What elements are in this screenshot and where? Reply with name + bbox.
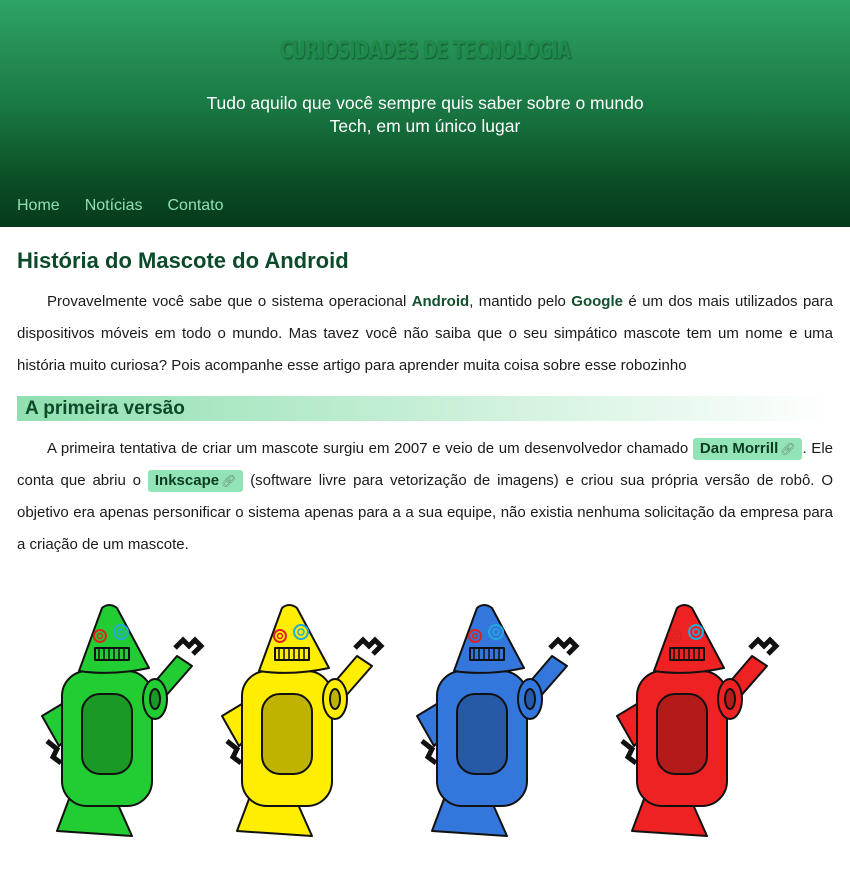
first-version-paragraph: A primeira tentativa de criar um mascote… xyxy=(17,433,833,561)
site-title: CURIOSIDADES DE TECNOLOGIA xyxy=(279,36,571,64)
section1-text-1: A primeira tentativa de criar um mascote… xyxy=(47,440,693,457)
dan-morrill-link[interactable]: Dan Morrill 🔗︎ xyxy=(692,438,803,460)
mascot-robots-image xyxy=(41,604,780,837)
site-subtitle-line-1: Tudo aquilo que você sempre quis saber s… xyxy=(206,93,644,113)
intro-text-1: Provavelmente você sabe que o sistema op… xyxy=(47,293,412,310)
external-link-icon: 🔗︎ xyxy=(221,474,237,488)
site-header: CURIOSIDADES DE TECNOLOGIA Tudo aquilo q… xyxy=(0,0,850,227)
site-subtitle: Tudo aquilo que você sempre quis saber s… xyxy=(0,92,850,138)
inkscape-link[interactable]: Inkscape 🔗︎ xyxy=(147,470,244,492)
main-nav: Home Notícias Contato xyxy=(17,197,249,215)
article: História do Mascote do Android Provavelm… xyxy=(0,227,850,561)
dan-morrill-label: Dan Morrill xyxy=(699,440,779,457)
nav-home-link[interactable]: Home xyxy=(17,197,60,215)
google-highlight: Google xyxy=(571,293,623,310)
green-robot xyxy=(41,604,205,837)
blue-robot xyxy=(416,604,580,837)
site-subtitle-line-2: Tech, em um único lugar xyxy=(329,116,521,136)
nav-news-link[interactable]: Notícias xyxy=(85,197,143,215)
nav-contact-link[interactable]: Contato xyxy=(167,197,223,215)
intro-text-2: , mantido pelo xyxy=(469,293,572,310)
yellow-robot xyxy=(221,604,385,837)
inkscape-label: Inkscape xyxy=(154,472,220,489)
mascot-illustration xyxy=(17,596,833,846)
external-link-icon: 🔗︎ xyxy=(780,442,796,456)
section-heading-first-version: A primeira versão xyxy=(17,396,833,421)
intro-paragraph: Provavelmente você sabe que o sistema op… xyxy=(17,286,833,382)
article-title: História do Mascote do Android xyxy=(17,248,349,273)
red-robot xyxy=(616,604,780,837)
android-highlight: Android xyxy=(411,293,470,310)
